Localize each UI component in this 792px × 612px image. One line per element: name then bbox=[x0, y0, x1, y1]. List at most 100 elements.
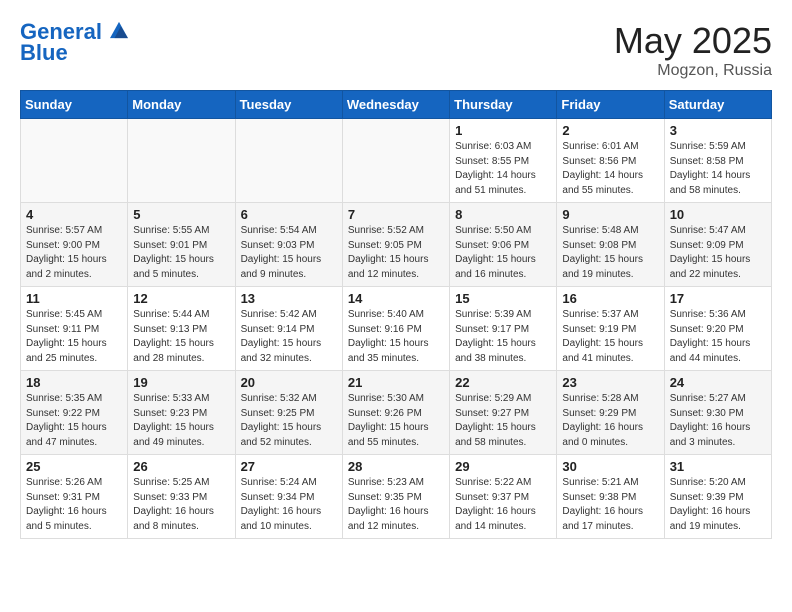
calendar-header-row: SundayMondayTuesdayWednesdayThursdayFrid… bbox=[21, 91, 772, 119]
day-number: 29 bbox=[455, 459, 551, 474]
day-info: Sunrise: 5:48 AM Sunset: 9:08 PM Dayligh… bbox=[562, 224, 658, 282]
day-number: 28 bbox=[348, 459, 444, 474]
weekday-header-saturday: Saturday bbox=[664, 91, 771, 119]
day-number: 25 bbox=[26, 459, 122, 474]
calendar-cell: 22Sunrise: 5:29 AM Sunset: 9:27 PM Dayli… bbox=[450, 371, 557, 455]
weekday-header-wednesday: Wednesday bbox=[342, 91, 449, 119]
calendar-table: SundayMondayTuesdayWednesdayThursdayFrid… bbox=[20, 90, 772, 539]
calendar-cell: 25 Sunrise: 5:26 AM Sunset: 9:31 PM Dayli… bbox=[21, 455, 128, 539]
day-number: 20 bbox=[241, 375, 337, 390]
day-info: Sunrise: 5:29 AM Sunset: 9:27 PM Dayligh… bbox=[455, 392, 551, 450]
calendar-cell bbox=[342, 119, 449, 203]
calendar-cell: 1Sunrise: 6:03 AM Sunset: 8:55 PM Daylig… bbox=[450, 119, 557, 203]
day-number: 16 bbox=[562, 291, 658, 306]
day-info: Sunrise: 5:42 AM Sunset: 9:14 PM Dayligh… bbox=[241, 308, 337, 366]
day-number: 17 bbox=[670, 291, 766, 306]
day-number: 23 bbox=[562, 375, 658, 390]
day-number: 2 bbox=[562, 123, 658, 138]
day-info: Sunrise: 5:33 AM Sunset: 9:23 PM Dayligh… bbox=[133, 392, 229, 450]
day-number: 18 bbox=[26, 375, 122, 390]
day-info: Sunrise: 5:55 AM Sunset: 9:01 PM Dayligh… bbox=[133, 224, 229, 282]
weekday-header-friday: Friday bbox=[557, 91, 664, 119]
day-info: Sunrise: 5:20 AM Sunset: 9:39 PM Dayligh… bbox=[670, 476, 766, 534]
calendar-cell: 17 Sunrise: 5:36 AM Sunset: 9:20 PM Dayli… bbox=[664, 287, 771, 371]
day-info: Sunrise: 5:54 AM Sunset: 9:03 PM Dayligh… bbox=[241, 224, 337, 282]
weekday-header-thursday: Thursday bbox=[450, 91, 557, 119]
day-info: Sunrise: 5:23 AM Sunset: 9:35 PM Dayligh… bbox=[348, 476, 444, 534]
location: Mogzon, Russia bbox=[614, 62, 772, 80]
weekday-header-sunday: Sunday bbox=[21, 91, 128, 119]
day-number: 14 bbox=[348, 291, 444, 306]
day-info: Sunrise: 5:25 AM Sunset: 9:33 PM Dayligh… bbox=[133, 476, 229, 534]
calendar-cell: 23 Sunrise: 5:28 AM Sunset: 9:29 PM Dayli… bbox=[557, 371, 664, 455]
day-number: 11 bbox=[26, 291, 122, 306]
calendar-cell: 24Sunrise: 5:27 AM Sunset: 9:30 PM Dayli… bbox=[664, 371, 771, 455]
month-title: May 2025 bbox=[614, 20, 772, 62]
calendar-cell: 3Sunrise: 5:59 AM Sunset: 8:58 PM Daylig… bbox=[664, 119, 771, 203]
calendar-cell: 13 Sunrise: 5:42 AM Sunset: 9:14 PM Dayli… bbox=[235, 287, 342, 371]
day-info: Sunrise: 6:03 AM Sunset: 8:55 PM Dayligh… bbox=[455, 140, 551, 198]
calendar-cell: 6Sunrise: 5:54 AM Sunset: 9:03 PM Daylig… bbox=[235, 203, 342, 287]
calendar-cell: 2 Sunrise: 6:01 AM Sunset: 8:56 PM Daylig… bbox=[557, 119, 664, 203]
calendar-week-row: 11 Sunrise: 5:45 AM Sunset: 9:11 PM Dayli… bbox=[21, 287, 772, 371]
calendar-cell: 19 Sunrise: 5:33 AM Sunset: 9:23 PM Dayli… bbox=[128, 371, 235, 455]
calendar-cell bbox=[235, 119, 342, 203]
day-info: Sunrise: 5:36 AM Sunset: 9:20 PM Dayligh… bbox=[670, 308, 766, 366]
calendar-week-row: 18 Sunrise: 5:35 AM Sunset: 9:22 PM Dayli… bbox=[21, 371, 772, 455]
calendar-cell: 20 Sunrise: 5:32 AM Sunset: 9:25 PM Dayli… bbox=[235, 371, 342, 455]
calendar-cell: 16 Sunrise: 5:37 AM Sunset: 9:19 PM Dayli… bbox=[557, 287, 664, 371]
day-info: Sunrise: 5:39 AM Sunset: 9:17 PM Dayligh… bbox=[455, 308, 551, 366]
day-info: Sunrise: 6:01 AM Sunset: 8:56 PM Dayligh… bbox=[562, 140, 658, 198]
day-number: 31 bbox=[670, 459, 766, 474]
day-number: 4 bbox=[26, 207, 122, 222]
day-info: Sunrise: 5:24 AM Sunset: 9:34 PM Dayligh… bbox=[241, 476, 337, 534]
day-number: 3 bbox=[670, 123, 766, 138]
day-info: Sunrise: 5:32 AM Sunset: 9:25 PM Dayligh… bbox=[241, 392, 337, 450]
day-info: Sunrise: 5:44 AM Sunset: 9:13 PM Dayligh… bbox=[133, 308, 229, 366]
day-number: 27 bbox=[241, 459, 337, 474]
calendar-cell: 8 Sunrise: 5:50 AM Sunset: 9:06 PM Daylig… bbox=[450, 203, 557, 287]
day-info: Sunrise: 5:52 AM Sunset: 9:05 PM Dayligh… bbox=[348, 224, 444, 282]
calendar-cell bbox=[128, 119, 235, 203]
calendar-cell: 12 Sunrise: 5:44 AM Sunset: 9:13 PM Dayli… bbox=[128, 287, 235, 371]
day-info: Sunrise: 5:57 AM Sunset: 9:00 PM Dayligh… bbox=[26, 224, 122, 282]
day-info: Sunrise: 5:28 AM Sunset: 9:29 PM Dayligh… bbox=[562, 392, 658, 450]
calendar-cell: 10 Sunrise: 5:47 AM Sunset: 9:09 PM Dayli… bbox=[664, 203, 771, 287]
day-number: 19 bbox=[133, 375, 229, 390]
day-info: Sunrise: 5:50 AM Sunset: 9:06 PM Dayligh… bbox=[455, 224, 551, 282]
weekday-header-monday: Monday bbox=[128, 91, 235, 119]
page-header: General Blue May 2025 Mogzon, Russia bbox=[20, 20, 772, 80]
day-number: 13 bbox=[241, 291, 337, 306]
calendar-cell: 31 Sunrise: 5:20 AM Sunset: 9:39 PM Dayli… bbox=[664, 455, 771, 539]
day-info: Sunrise: 5:47 AM Sunset: 9:09 PM Dayligh… bbox=[670, 224, 766, 282]
day-number: 8 bbox=[455, 207, 551, 222]
day-info: Sunrise: 5:35 AM Sunset: 9:22 PM Dayligh… bbox=[26, 392, 122, 450]
day-number: 12 bbox=[133, 291, 229, 306]
calendar-cell: 5Sunrise: 5:55 AM Sunset: 9:01 PM Daylig… bbox=[128, 203, 235, 287]
day-info: Sunrise: 5:21 AM Sunset: 9:38 PM Dayligh… bbox=[562, 476, 658, 534]
calendar-cell: 26Sunrise: 5:25 AM Sunset: 9:33 PM Dayli… bbox=[128, 455, 235, 539]
title-block: May 2025 Mogzon, Russia bbox=[614, 20, 772, 80]
calendar-cell: 15Sunrise: 5:39 AM Sunset: 9:17 PM Dayli… bbox=[450, 287, 557, 371]
day-info: Sunrise: 5:30 AM Sunset: 9:26 PM Dayligh… bbox=[348, 392, 444, 450]
calendar-week-row: 25 Sunrise: 5:26 AM Sunset: 9:31 PM Dayli… bbox=[21, 455, 772, 539]
calendar-cell: 29 Sunrise: 5:22 AM Sunset: 9:37 PM Dayli… bbox=[450, 455, 557, 539]
calendar-cell: 28 Sunrise: 5:23 AM Sunset: 9:35 PM Dayli… bbox=[342, 455, 449, 539]
calendar-cell: 7 Sunrise: 5:52 AM Sunset: 9:05 PM Daylig… bbox=[342, 203, 449, 287]
day-number: 7 bbox=[348, 207, 444, 222]
day-info: Sunrise: 5:26 AM Sunset: 9:31 PM Dayligh… bbox=[26, 476, 122, 534]
day-info: Sunrise: 5:27 AM Sunset: 9:30 PM Dayligh… bbox=[670, 392, 766, 450]
calendar-cell: 30 Sunrise: 5:21 AM Sunset: 9:38 PM Dayli… bbox=[557, 455, 664, 539]
day-info: Sunrise: 5:22 AM Sunset: 9:37 PM Dayligh… bbox=[455, 476, 551, 534]
day-number: 10 bbox=[670, 207, 766, 222]
calendar-cell: 4 Sunrise: 5:57 AM Sunset: 9:00 PM Daylig… bbox=[21, 203, 128, 287]
day-info: Sunrise: 5:45 AM Sunset: 9:11 PM Dayligh… bbox=[26, 308, 122, 366]
logo-icon bbox=[110, 21, 128, 39]
weekday-header-tuesday: Tuesday bbox=[235, 91, 342, 119]
calendar-cell: 11 Sunrise: 5:45 AM Sunset: 9:11 PM Dayli… bbox=[21, 287, 128, 371]
day-number: 30 bbox=[562, 459, 658, 474]
calendar-cell: 9Sunrise: 5:48 AM Sunset: 9:08 PM Daylig… bbox=[557, 203, 664, 287]
calendar-week-row: 1Sunrise: 6:03 AM Sunset: 8:55 PM Daylig… bbox=[21, 119, 772, 203]
calendar-cell: 18 Sunrise: 5:35 AM Sunset: 9:22 PM Dayli… bbox=[21, 371, 128, 455]
day-info: Sunrise: 5:37 AM Sunset: 9:19 PM Dayligh… bbox=[562, 308, 658, 366]
